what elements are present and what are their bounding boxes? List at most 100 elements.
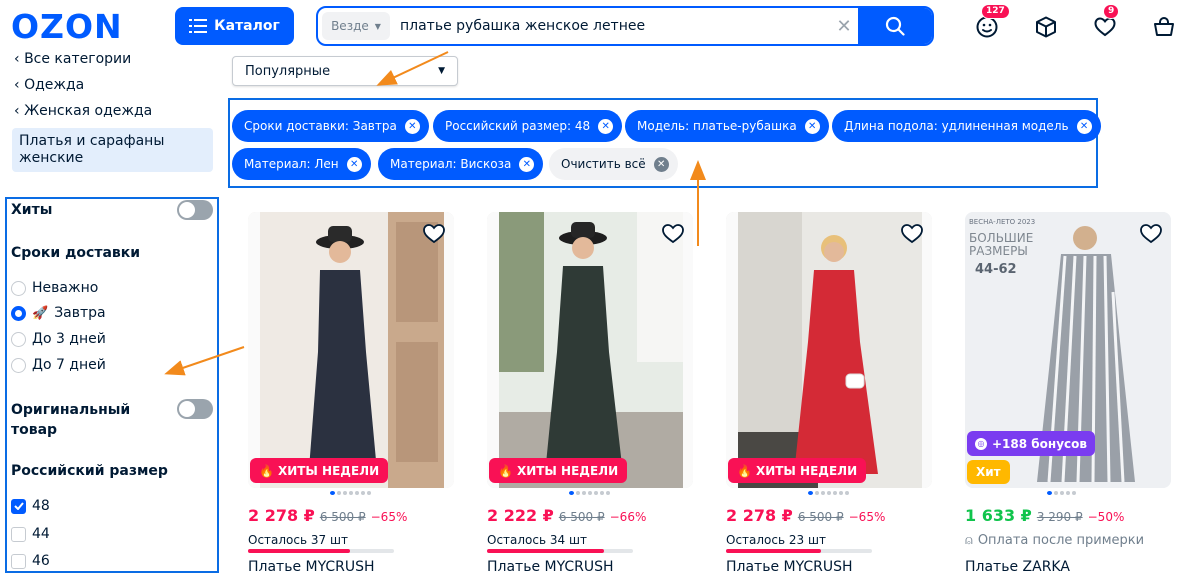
search-bar: Везде ▼ ✕ <box>316 6 934 46</box>
checkbox-label: 46 <box>32 553 50 569</box>
favorite-heart-icon[interactable] <box>422 222 446 244</box>
search-input[interactable] <box>390 8 830 44</box>
product-image[interactable]: 🔥 ХИТЫ НЕДЕЛИ <box>487 212 693 488</box>
product-photo-dress <box>248 212 454 488</box>
filter-chip[interactable]: Материал: Лен ✕ <box>232 148 371 180</box>
remove-chip-icon[interactable]: ✕ <box>804 118 820 134</box>
active-filters-row-2: Материал: Лен ✕ Материал: Вискоза ✕ Очисти… <box>232 148 1092 180</box>
chip-label: Сроки доставки: Завтра <box>244 119 397 133</box>
stock-left: Осталось 23 шт <box>726 533 826 547</box>
product-price: 2 278 ₽ 6 500 ₽ −65% <box>726 506 885 525</box>
payment-note: ⍝ Оплата после примерки <box>965 533 1144 548</box>
product-price: 2 278 ₽ 6 500 ₽ −65% <box>248 506 407 525</box>
bonus-coin-icon: ◎ <box>975 437 987 450</box>
pager-dot <box>833 491 837 495</box>
discount: −50% <box>1087 510 1125 524</box>
remove-chip-icon[interactable]: ✕ <box>598 118 614 134</box>
ozon-logo[interactable]: OZON <box>11 8 137 44</box>
orders-button[interactable] <box>1034 13 1060 39</box>
size-option-48[interactable]: 48 <box>11 498 50 514</box>
product-image[interactable]: 🔥 ХИТЫ НЕДЕЛИ <box>248 212 454 488</box>
original-toggle[interactable] <box>177 399 213 419</box>
old-price: 3 290 ₽ <box>1036 510 1083 524</box>
product-name[interactable]: Платье MYCRUSH <box>487 559 614 575</box>
stock-bar <box>487 549 633 553</box>
payment-note-label: Оплата после примерки <box>977 533 1145 548</box>
profile-button[interactable]: 127 <box>975 4 1010 39</box>
favorites-button[interactable]: 9 <box>1093 4 1120 39</box>
radio-button-selected <box>11 305 26 321</box>
favorite-heart-icon[interactable] <box>661 222 685 244</box>
orders-box-icon <box>1036 16 1056 38</box>
pager-dot <box>1060 491 1064 495</box>
clear-search-icon[interactable]: ✕ <box>830 8 858 44</box>
breadcrumb-clothing[interactable]: ‹ Одежда <box>14 77 84 93</box>
badge-label: ХИТЫ НЕДЕЛИ <box>277 463 380 478</box>
fire-icon: 🔥 <box>259 463 274 478</box>
pager-dot <box>582 491 586 495</box>
favorite-heart-icon[interactable] <box>1139 222 1163 244</box>
pager-dot <box>827 491 831 495</box>
remove-chip-icon[interactable]: ✕ <box>1076 118 1092 134</box>
image-pager[interactable] <box>1047 491 1076 496</box>
breadcrumb-womens-clothing[interactable]: ‹ Женская одежда <box>14 103 152 119</box>
product-image[interactable]: 🔥 ХИТЫ НЕДЕЛИ <box>726 212 932 488</box>
cart-button[interactable] <box>1152 13 1178 39</box>
delivery-option-7-days[interactable]: До 7 дней <box>11 357 106 373</box>
image-pager[interactable] <box>808 491 849 496</box>
stock-bar-fill <box>248 549 351 553</box>
breadcrumb-all-categories[interactable]: ‹ Все категории <box>14 51 131 67</box>
filter-chip[interactable]: Модель: платье-рубашка ✕ <box>625 110 829 142</box>
search-button[interactable] <box>858 8 932 44</box>
catalog-button[interactable]: Каталог <box>175 7 294 45</box>
product-image[interactable]: ВЕСНА-ЛЕТО 2023 БОЛЬШИЕ РАЗМЕРЫ 44-62 ◎ +… <box>965 212 1171 488</box>
pager-dot <box>1072 491 1076 495</box>
checkbox-label: 48 <box>32 498 50 514</box>
current-price: 1 633 ₽ <box>965 506 1032 525</box>
stock-bar-fill <box>487 549 604 553</box>
hits-toggle[interactable] <box>177 200 213 220</box>
pager-dot <box>367 491 371 495</box>
filter-chip[interactable]: Длина подола: удлиненная модель ✕ <box>832 110 1101 142</box>
size-option-46[interactable]: 46 <box>11 553 50 569</box>
image-pager[interactable] <box>330 491 371 496</box>
stock-bar <box>726 549 872 553</box>
pager-dot <box>821 491 825 495</box>
remove-chip-icon[interactable]: ✕ <box>519 156 535 172</box>
pager-dot <box>343 491 347 495</box>
delivery-option-any[interactable]: Неважно <box>11 280 98 296</box>
delivery-option-tomorrow[interactable]: 🚀 Завтра <box>11 305 106 321</box>
discount: −65% <box>370 510 408 524</box>
pager-dot <box>337 491 341 495</box>
weekly-hits-badge: 🔥 ХИТЫ НЕДЕЛИ <box>489 458 628 483</box>
radio-label: Неважно <box>32 280 99 296</box>
sort-select[interactable]: Популярные ▼ <box>232 56 458 86</box>
sort-selected-label: Популярные <box>245 63 331 79</box>
old-price: 6 500 ₽ <box>797 510 844 524</box>
radio-label: До 7 дней <box>32 357 106 373</box>
pager-dot <box>1066 491 1070 495</box>
search-scope-select[interactable]: Везде ▼ <box>322 12 390 40</box>
hits-filter-label: Хиты <box>11 202 53 218</box>
product-name[interactable]: Платье ZARKA <box>965 559 1070 575</box>
old-price: 6 500 ₽ <box>558 510 605 524</box>
favorite-heart-icon[interactable] <box>900 222 924 244</box>
filter-chip[interactable]: Российский размер: 48 ✕ <box>433 110 623 142</box>
size-option-44[interactable]: 44 <box>11 526 50 542</box>
fire-icon: 🔥 <box>737 463 752 478</box>
remove-chip-icon[interactable]: ✕ <box>404 118 420 134</box>
chip-label: Материал: Лен <box>244 157 339 171</box>
remove-chip-icon[interactable]: ✕ <box>346 156 362 172</box>
pager-dot <box>808 491 813 495</box>
clear-all-label: Очистить всё <box>561 157 646 171</box>
search-scope-label: Везде <box>331 19 369 33</box>
product-name[interactable]: Платье MYCRUSH <box>726 559 853 575</box>
delivery-option-3-days[interactable]: До 3 дней <box>11 331 106 347</box>
breadcrumb-label: Женская одежда <box>24 103 153 119</box>
image-pager[interactable] <box>569 491 610 496</box>
product-name[interactable]: Платье MYCRUSH <box>248 559 375 575</box>
current-price: 2 278 ₽ <box>726 506 793 525</box>
filter-chip[interactable]: Сроки доставки: Завтра ✕ <box>232 110 429 142</box>
clear-all-button[interactable]: Очистить всё ✕ <box>549 148 678 180</box>
filter-chip[interactable]: Материал: Вискоза ✕ <box>378 148 544 180</box>
